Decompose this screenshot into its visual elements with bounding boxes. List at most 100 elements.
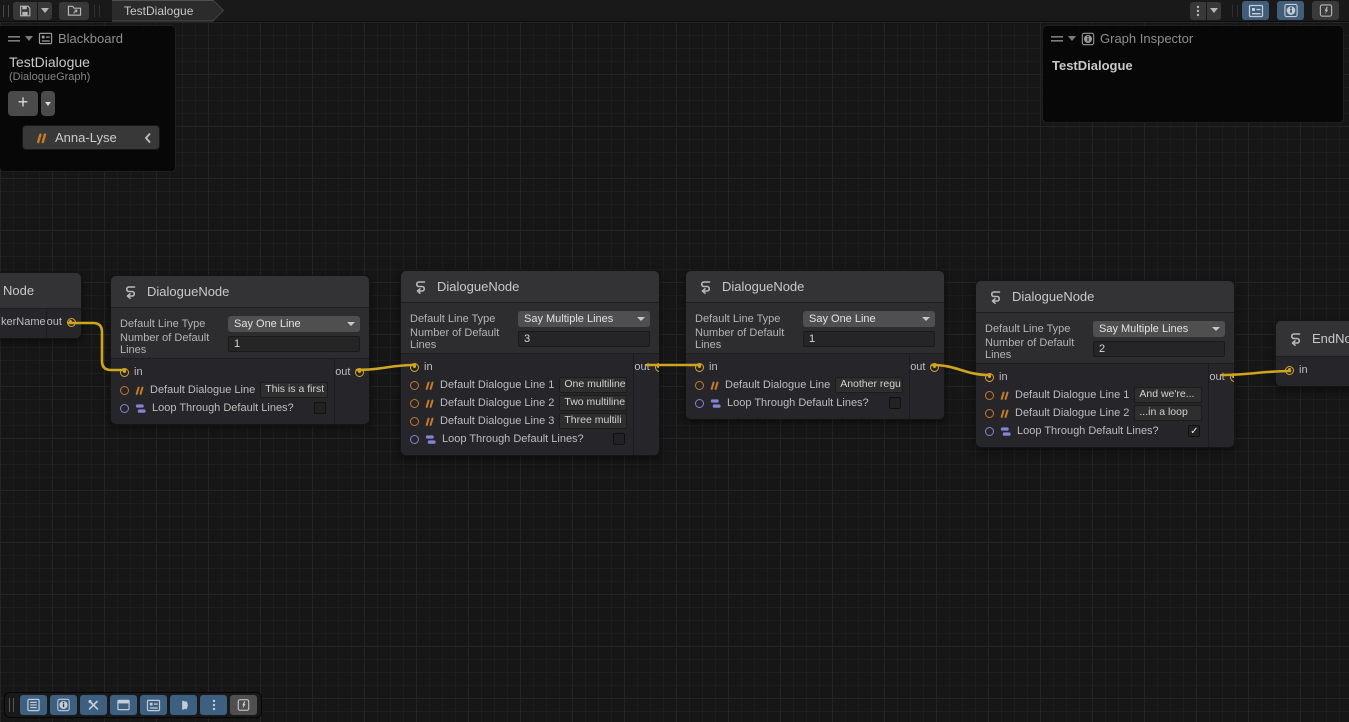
add-property-button[interactable]: + (8, 91, 38, 116)
partial-speaker-node[interactable]: Node kerName out (0, 272, 82, 339)
string-port[interactable] (120, 386, 129, 395)
toggle-spark-panel-button[interactable] (1312, 1, 1339, 20)
dialogue-node[interactable]: DialogueNode Default Line Type Say Multi… (975, 280, 1235, 448)
line-type-dropdown[interactable]: Say One Line (228, 316, 360, 332)
bool-port[interactable] (120, 404, 129, 413)
in-port[interactable] (985, 373, 994, 382)
out-port[interactable] (655, 363, 660, 372)
bool-port[interactable] (410, 435, 419, 444)
toggle-info-button[interactable] (50, 695, 77, 715)
graph-inspector-header[interactable]: Graph Inspector (1043, 26, 1343, 50)
num-lines-input[interactable] (803, 331, 935, 347)
in-port[interactable] (1285, 366, 1294, 375)
load-graph-button[interactable] (59, 2, 89, 20)
toolbar-drag-handle[interactable] (3, 5, 9, 17)
toggle-document-button[interactable] (20, 695, 47, 715)
dialogue-line-input[interactable]: One multiline (559, 377, 627, 393)
loop-row: Loop Through Default Lines? ✓ (976, 422, 1208, 440)
graph-tab-label: TestDialogue (124, 4, 193, 18)
num-lines-input[interactable] (518, 331, 650, 347)
bool-port[interactable] (985, 427, 994, 436)
dialogue-line-input[interactable]: Two multiline (559, 395, 627, 411)
string-port[interactable] (695, 381, 704, 390)
line-type-dropdown[interactable]: Say Multiple Lines (518, 311, 650, 327)
save-button[interactable] (13, 2, 37, 20)
node-title-bar[interactable]: EndNode (1276, 321, 1349, 357)
string-port[interactable] (410, 417, 419, 426)
string-port[interactable] (985, 391, 994, 400)
dialogue-line-input[interactable]: ...in a loop (1134, 405, 1202, 421)
toggle-blackboard-button[interactable] (140, 695, 167, 715)
loop-checkbox[interactable] (889, 397, 901, 409)
save-dropdown-button[interactable] (38, 2, 52, 20)
quote-icon (999, 408, 1010, 419)
loop-checkbox[interactable]: ✓ (1188, 425, 1200, 437)
dialogue-line-label: Default Dialogue Line 2 (1015, 407, 1129, 419)
dialogue-line-input[interactable]: This is a first (260, 382, 328, 398)
inspector-selection-name: TestDialogue (1043, 50, 1343, 73)
node-title-bar[interactable]: DialogueNode (976, 281, 1234, 313)
loop-bool-icon (424, 433, 437, 446)
add-property-dropdown-button[interactable] (41, 91, 55, 116)
in-port[interactable] (120, 368, 129, 377)
collapse-arrow-icon[interactable] (25, 36, 33, 41)
node-title-bar[interactable]: DialogueNode (686, 271, 944, 303)
num-lines-input[interactable] (228, 336, 360, 352)
node-title-bar[interactable]: DialogueNode (111, 276, 369, 308)
end-node[interactable]: EndNode in (1275, 320, 1349, 387)
in-port[interactable] (410, 363, 419, 372)
info-icon (56, 698, 71, 712)
in-port[interactable] (695, 363, 704, 372)
blackboard-field-anna-lyse[interactable]: Anna-Lyse (22, 125, 160, 150)
dialogue-line-input[interactable]: And we're... (1134, 387, 1202, 403)
string-port[interactable] (985, 409, 994, 418)
more-options-button[interactable] (200, 695, 227, 715)
string-port[interactable] (410, 399, 419, 408)
string-port[interactable] (410, 381, 419, 390)
bottom-toolbar (4, 692, 262, 718)
line-type-dropdown[interactable]: Say One Line (803, 311, 935, 327)
out-port[interactable] (67, 318, 76, 327)
node-title-bar[interactable]: DialogueNode (401, 271, 659, 303)
quote-icon (709, 380, 720, 391)
blackboard-icon (1248, 4, 1264, 18)
output-port-row: out (634, 358, 660, 376)
dialogue-node[interactable]: DialogueNode Default Line Type Say Multi… (400, 270, 660, 456)
options-menu-button[interactable] (1190, 2, 1206, 20)
out-port[interactable] (930, 363, 939, 372)
collapse-arrow-icon[interactable] (1068, 36, 1076, 41)
toggle-blackboard-button[interactable] (1242, 1, 1269, 20)
dialogue-line-label: Default Dialogue Line 1 (440, 379, 554, 391)
folder-open-icon (67, 4, 82, 17)
dialogue-line-input[interactable]: Another regu (835, 377, 903, 393)
options-dropdown-button[interactable] (1207, 2, 1221, 20)
dialogue-node[interactable]: DialogueNode Default Line Type Say One L… (685, 270, 945, 420)
dialogue-line-input[interactable]: Three multili (559, 413, 627, 429)
out-port[interactable] (1230, 373, 1235, 382)
chevron-down-icon (347, 322, 355, 326)
line-type-dropdown[interactable]: Say Multiple Lines (1093, 321, 1225, 337)
graph-inspector-panel: Graph Inspector TestDialogue (1042, 25, 1344, 123)
toggle-window-button[interactable] (110, 695, 137, 715)
loop-checkbox[interactable] (613, 433, 625, 445)
blackboard-header[interactable]: Blackboard (0, 26, 175, 50)
graph-tab[interactable]: TestDialogue (112, 0, 224, 22)
quote-icon (424, 398, 435, 409)
bool-port[interactable] (695, 399, 704, 408)
node-title: DialogueNode (147, 284, 229, 299)
chevron-left-icon[interactable] (144, 132, 152, 144)
out-port[interactable] (355, 368, 364, 377)
port-label: in (999, 371, 1008, 383)
num-lines-input[interactable] (1093, 341, 1225, 357)
dialogue-node[interactable]: DialogueNode Default Line Type Say One L… (110, 275, 370, 425)
field-name: Anna-Lyse (55, 130, 137, 145)
chevron-down-icon (922, 317, 930, 321)
toggle-tools-button[interactable] (80, 695, 107, 715)
toggle-preview-button[interactable] (170, 695, 197, 715)
toolbar-drag-handle[interactable] (9, 698, 14, 712)
node-title-bar[interactable]: Node (0, 273, 81, 309)
loop-checkbox[interactable] (314, 402, 326, 414)
toggle-inspector-button[interactable] (1277, 1, 1304, 20)
dialogue-line-label: Default Dialogue Line (725, 379, 830, 391)
toggle-spark-panel-button[interactable] (230, 695, 257, 715)
